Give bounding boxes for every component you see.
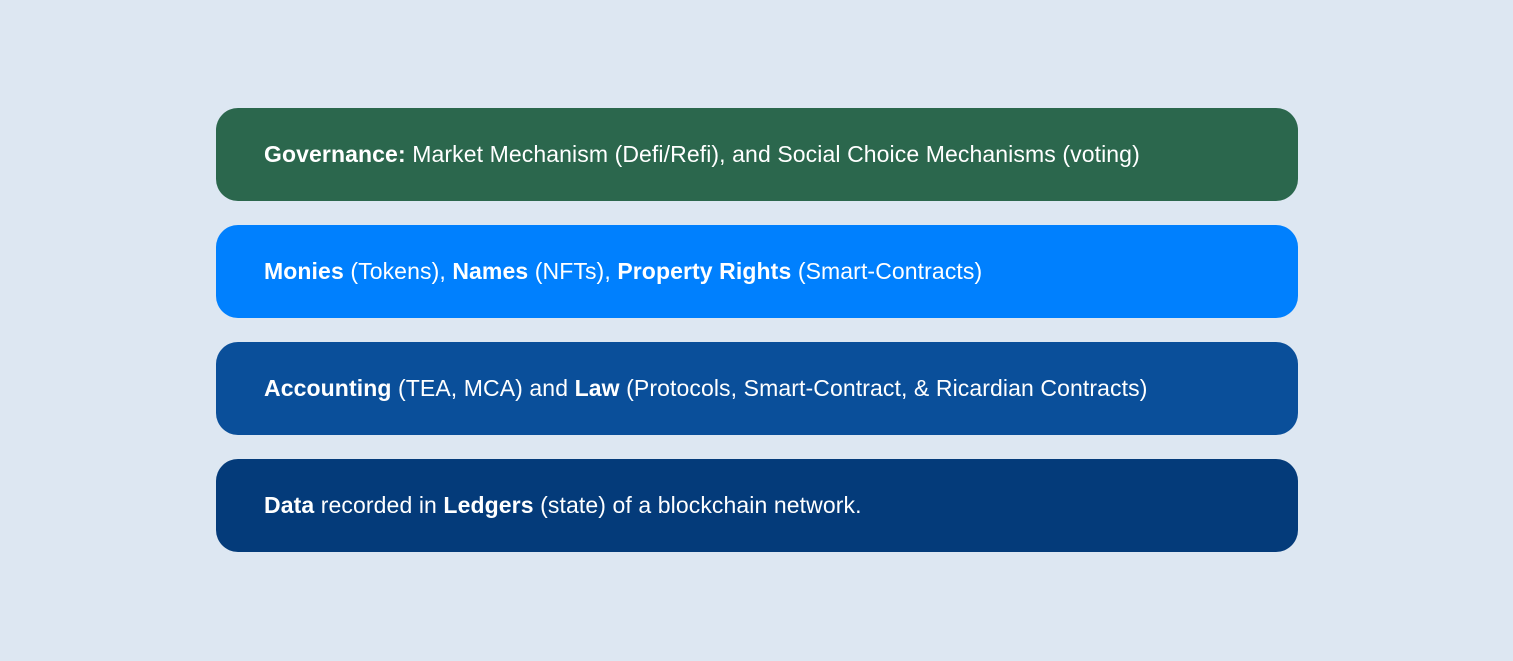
layer-keyword: Accounting [264,375,392,401]
governance-layer: Governance: Market Mechanism (Defi/Refi)… [216,108,1298,201]
monies-names-rights-layer: Monies (Tokens), Names (NFTs), Property … [216,225,1298,318]
layer-description: (Smart-Contracts) [791,258,983,284]
layer-description: recorded in [314,492,444,518]
layer-keyword: Names [452,258,529,284]
data-ledgers-layer: Data recorded in Ledgers (state) of a bl… [216,459,1298,552]
layer-description: (TEA, MCA) and [391,375,575,401]
layer-description: (Protocols, Smart-Contract, & Ricardian … [619,375,1148,401]
layer-keyword: Law [574,375,620,401]
layer-description: (state) of a blockchain network. [533,492,862,518]
layer-keyword: Monies [264,258,344,284]
layer-keyword: Ledgers [443,492,534,518]
layer-description: (Tokens), [343,258,453,284]
layer-description: (NFTs), [528,258,618,284]
accounting-law-layer: Accounting (TEA, MCA) and Law (Protocols… [216,342,1298,435]
layer-keyword: Property Rights [617,258,792,284]
layer-description: Market Mechanism (Defi/Refi), and Social… [405,141,1140,167]
layer-keyword: Governance: [264,141,406,167]
layer-keyword: Data [264,492,315,518]
layer-stack: Governance: Market Mechanism (Defi/Refi)… [216,108,1298,552]
